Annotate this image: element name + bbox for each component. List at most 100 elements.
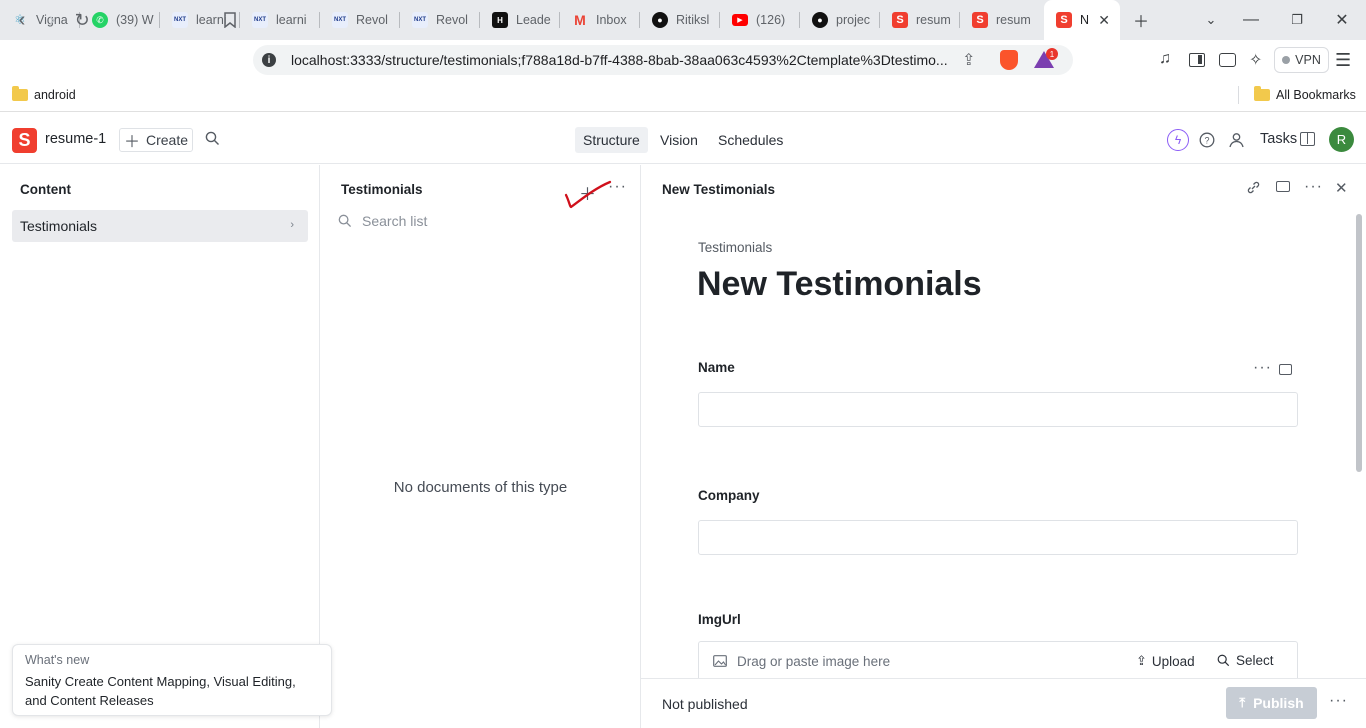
field-actions-icon[interactable]: ··· — [1253, 359, 1272, 377]
chevron-right-icon: › — [290, 219, 294, 231]
wallet-icon[interactable] — [1219, 53, 1236, 67]
browser-tab[interactable]: S resum — [960, 0, 1040, 40]
back-icon[interactable]: ‹ — [8, 8, 36, 32]
browser-tab[interactable]: H Leade — [480, 0, 560, 40]
document-title: New Testimonials — [697, 265, 982, 303]
sanity-icon: S — [972, 12, 988, 28]
all-bookmarks[interactable]: All Bookmarks — [1254, 86, 1356, 102]
document-list-pane: Testimonials ＋ ··· Search list No docume… — [320, 165, 641, 728]
help-icon[interactable]: ? — [1196, 129, 1218, 151]
sanity-logo[interactable]: S — [12, 128, 37, 153]
menu-icon[interactable]: ☰ — [1335, 50, 1351, 71]
brave-shields-icon[interactable] — [1000, 50, 1018, 70]
content-pane-title: Content — [20, 182, 71, 197]
editor-scrollbar[interactable] — [1356, 214, 1362, 472]
publish-label: Publish — [1253, 695, 1304, 711]
tab-label: Revol — [356, 13, 388, 27]
workspace-name[interactable]: resume-1 — [45, 131, 106, 147]
image-drop-text: Drag or paste image here — [737, 653, 891, 669]
lightning-icon[interactable]: ϟ — [1167, 129, 1189, 151]
restore-icon[interactable]: ❐ — [1275, 0, 1319, 40]
sidebar-toggle-icon[interactable] — [1189, 53, 1205, 67]
url-text[interactable]: localhost:3333/structure/testimonials;f7… — [291, 52, 951, 68]
search-icon — [338, 214, 352, 228]
upload-button[interactable]: ⇪ Upload — [1136, 653, 1195, 669]
browser-tab[interactable]: NXT Revol — [400, 0, 480, 40]
more-options-icon[interactable]: ··· — [1304, 178, 1323, 196]
nxtwave-icon: NXT — [332, 12, 348, 28]
tab-label: learni — [276, 13, 307, 27]
plus-icon: ＋ — [123, 134, 140, 151]
forward-icon[interactable]: › — [38, 8, 66, 32]
tab-label: (126) — [756, 13, 786, 27]
folder-icon — [12, 86, 28, 101]
tab-search-icon[interactable]: ⌄ — [1189, 0, 1233, 40]
bookmark-folder-android[interactable]: android — [12, 86, 76, 102]
tab-label: resum — [916, 13, 951, 27]
leo-ai-icon[interactable]: ✧ — [1249, 50, 1262, 70]
avatar[interactable]: R — [1329, 127, 1354, 152]
tab-vision[interactable]: Vision — [652, 127, 706, 153]
browser-tab[interactable]: S resum — [880, 0, 960, 40]
empty-state-text: No documents of this type — [393, 479, 568, 496]
document-actions-icon[interactable]: ··· — [1329, 692, 1348, 710]
minimize-icon[interactable]: — — [1229, 0, 1273, 40]
publish-icon: ⤒ — [1239, 695, 1246, 710]
browser-tab[interactable]: NXT Revol — [320, 0, 400, 40]
name-field[interactable] — [698, 392, 1298, 427]
search-list-field[interactable]: Search list — [338, 213, 427, 229]
search-icon[interactable] — [205, 131, 220, 151]
window-close-icon[interactable]: ✕ — [1320, 0, 1364, 40]
media-icon[interactable]: ♫ — [1159, 50, 1171, 68]
site-info-icon[interactable]: i — [262, 53, 276, 67]
upload-label: Upload — [1151, 653, 1195, 669]
tab-label: N — [1080, 13, 1090, 27]
browser-tab[interactable]: M Inbox — [560, 0, 640, 40]
publish-button[interactable]: ⤒ Publish — [1226, 687, 1317, 719]
tab-schedules[interactable]: Schedules — [710, 127, 791, 153]
bookmarks-bar: android All Bookmarks — [0, 80, 1366, 112]
comments-icon[interactable] — [1276, 181, 1290, 192]
tab-label: projec — [836, 13, 871, 27]
create-button[interactable]: ＋ Create — [119, 128, 193, 152]
browser-tab[interactable]: NXT learni — [240, 0, 320, 40]
document-type-label: Testimonials — [698, 240, 773, 255]
tasks-panel-icon[interactable] — [1300, 132, 1315, 146]
vpn-label: VPN — [1295, 53, 1321, 67]
browser-tab[interactable]: ● Ritiksl — [640, 0, 720, 40]
upload-icon: ⇪ — [1136, 653, 1147, 668]
nxtwave-icon: NXT — [412, 12, 428, 28]
presence-icon[interactable] — [1225, 129, 1247, 151]
link-icon[interactable] — [1246, 180, 1261, 200]
close-tab-icon[interactable]: ✕ — [1098, 12, 1110, 29]
gmail-icon: M — [574, 12, 586, 28]
browser-tab[interactable]: ▶ (126) — [720, 0, 800, 40]
create-label: Create — [145, 132, 189, 148]
add-comment-icon[interactable] — [1279, 364, 1292, 375]
browser-tab[interactable]: ● projec — [800, 0, 880, 40]
search-icon — [1217, 654, 1230, 667]
document-pane-title: New Testimonials — [662, 182, 776, 197]
tasks-label[interactable]: Tasks — [1260, 131, 1297, 147]
bookmark-icon[interactable] — [216, 8, 244, 32]
whats-new-card[interactable]: What's new Sanity Create Content Mapping… — [12, 644, 332, 716]
bookmark-folder-label: android — [34, 88, 76, 102]
select-button[interactable]: Select — [1217, 653, 1274, 668]
list-pane-title: Testimonials — [341, 182, 423, 197]
publish-status: Not published — [662, 696, 748, 712]
share-icon[interactable]: ⇪ — [962, 50, 975, 70]
vpn-button[interactable]: VPN — [1274, 47, 1329, 73]
svg-text:?: ? — [1204, 136, 1209, 146]
new-tab-icon[interactable]: ＋ — [1119, 0, 1163, 40]
browser-tab-active[interactable]: S N ✕ — [1044, 0, 1120, 40]
image-drop-zone[interactable]: Drag or paste image here ⇪ Upload Select — [698, 641, 1298, 681]
tab-structure[interactable]: Structure — [575, 127, 648, 153]
sidebar-item-testimonials[interactable]: Testimonials › — [12, 210, 308, 242]
checkmark-annotation — [564, 180, 612, 209]
whats-new-title: What's new — [25, 653, 90, 667]
close-icon[interactable]: ✕ — [1335, 179, 1348, 197]
reload-icon[interactable]: ↻ — [68, 8, 96, 32]
github-icon: ● — [812, 12, 828, 28]
company-field[interactable] — [698, 520, 1298, 555]
search-list-placeholder: Search list — [362, 213, 428, 229]
